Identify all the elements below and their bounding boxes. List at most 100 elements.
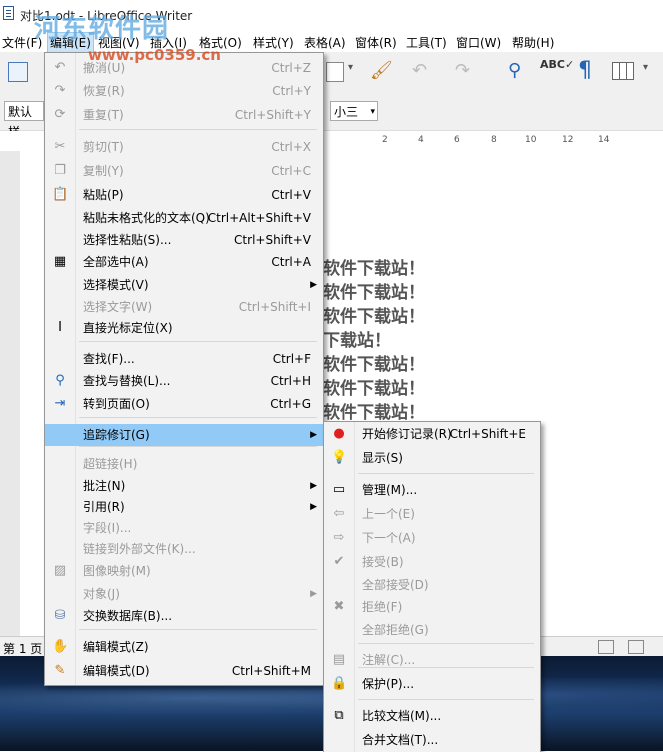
edit-menu-item-8[interactable]: ▦ 全部选中(A) Ctrl+A	[45, 251, 323, 273]
paste-toolbar-icon[interactable]	[326, 62, 344, 82]
chevron-down-icon[interactable]: ▾	[348, 62, 353, 73]
menu-item-label: 超链接(H)	[83, 457, 138, 471]
menu-item-label: 保护(P)...	[362, 677, 415, 691]
edit-menu-item-21[interactable]: ▨ 图像映射(M)	[45, 560, 323, 582]
font-size-select[interactable]: 小三 ▾	[330, 101, 378, 121]
cut-icon: ✂	[54, 139, 66, 154]
edit-menu-item-16[interactable]: 超链接(H)	[45, 453, 323, 475]
submenu-arrow-icon: ▶	[310, 280, 317, 290]
menu-item-label: 编辑模式(D)	[83, 664, 150, 678]
menu-item-shortcut: Ctrl+Y	[272, 84, 311, 98]
chevron-down-icon[interactable]: ▾	[370, 102, 375, 122]
formatting-marks-icon[interactable]: ¶	[578, 58, 592, 83]
edit-menu-item-25[interactable]: ✎ 编辑模式(D) Ctrl+Shift+M	[45, 660, 323, 682]
edit-menu-item-17[interactable]: 批注(N) ▶	[45, 475, 323, 497]
table-icon[interactable]	[612, 62, 634, 80]
menu-item-shortcut: Ctrl+Shift+E	[449, 427, 526, 441]
goto-page-icon: ⇥	[54, 396, 66, 411]
menu-item-shortcut: Ctrl+F	[272, 352, 311, 366]
track-changes-item-3[interactable]: ⇦ 上一个(E)	[324, 503, 540, 525]
new-document-icon[interactable]	[8, 62, 28, 82]
menu-separator	[79, 417, 317, 418]
menu-item-shortcut: Ctrl+Shift+V	[234, 233, 311, 247]
edit-menu-item-13[interactable]: ⚲ 查找与替换(L)... Ctrl+H	[45, 370, 323, 392]
edit-menu-item-2[interactable]: ⟳ 重复(T) Ctrl+Shift+Y	[45, 104, 323, 126]
menu-separator	[358, 699, 534, 700]
menu-item-shortcut: Ctrl+A	[271, 255, 311, 269]
edit-menu-item-1[interactable]: ↷ 恢复(R) Ctrl+Y	[45, 80, 323, 102]
track-changes-item-0[interactable]: ● 开始修订记录(R) Ctrl+Shift+E	[324, 423, 540, 445]
track-changes-item-1[interactable]: 💡 显示(S)	[324, 447, 540, 469]
track-changes-item-4[interactable]: ⇨ 下一个(A)	[324, 527, 540, 549]
track-changes-item-8[interactable]: 全部拒绝(G)	[324, 619, 540, 641]
paragraph-style-select[interactable]: 默认样	[4, 101, 44, 139]
edit-menu-item-3[interactable]: ✂ 剪切(T) Ctrl+X	[45, 136, 323, 158]
menu-item-label: 链接到外部文件(K)...	[83, 542, 196, 556]
edit-menu-item-10[interactable]: 选择文字(W) Ctrl+Shift+I	[45, 296, 323, 318]
menu-item-label: 全部选中(A)	[83, 255, 149, 269]
multi-page-view-icon[interactable]	[628, 640, 644, 654]
edit-menu-item-7[interactable]: 选择性粘贴(S)... Ctrl+Shift+V	[45, 229, 323, 251]
edit-menu-item-14[interactable]: ⇥ 转到页面(O) Ctrl+G	[45, 393, 323, 415]
document-line: 软件下载站！	[323, 355, 425, 375]
menu-help[interactable]: 帮助(H)	[512, 34, 554, 51]
edit-menu-item-19[interactable]: 字段(I)...	[45, 517, 323, 539]
menu-separator	[79, 446, 317, 447]
redo-toolbar-icon[interactable]: ↷	[455, 60, 470, 81]
track-changes-item-2[interactable]: ▭ 管理(M)...	[324, 479, 540, 501]
ruler-tick: 10	[525, 135, 537, 145]
edit-menu-item-20[interactable]: 链接到外部文件(K)...	[45, 538, 323, 560]
watermark-logo: 河东软件园	[34, 14, 170, 44]
edit-menu-item-11[interactable]: I 直接光标定位(X)	[45, 317, 323, 339]
track-changes-item-11[interactable]: ⧉ 比较文档(M)...	[324, 705, 540, 727]
track-changes-item-5[interactable]: ✔ 接受(B)	[324, 551, 540, 573]
arrow-right-icon: ⇨	[333, 530, 345, 545]
submenu-arrow-icon: ▶	[310, 589, 317, 599]
track-changes-item-10[interactable]: 🔒 保护(P)...	[324, 673, 540, 695]
edit-menu-item-18[interactable]: 引用(R) ▶	[45, 496, 323, 518]
single-page-view-icon[interactable]	[598, 640, 614, 654]
document-line: 软件下载站！	[323, 283, 425, 303]
menu-item-label: 显示(S)	[362, 451, 403, 465]
track-changes-item-6[interactable]: 全部接受(D)	[324, 574, 540, 596]
menu-form[interactable]: 窗体(R)	[355, 34, 397, 51]
copy-icon: ❐	[54, 163, 66, 178]
ruler-tick: 12	[562, 135, 574, 145]
find-replace-toolbar-icon[interactable]: ⚲	[508, 60, 521, 81]
undo-toolbar-icon[interactable]: ↶	[412, 60, 427, 81]
edit-menu-item-12[interactable]: 查找(F)... Ctrl+F	[45, 348, 323, 370]
menu-item-label: 拒绝(F)	[362, 600, 403, 614]
edit-menu-item-6[interactable]: 粘贴未格式化的文本(Q) Ctrl+Alt+Shift+V	[45, 207, 323, 229]
edit-menu-item-22[interactable]: 对象(J) ▶	[45, 583, 323, 605]
comment-icon: ▤	[332, 652, 346, 667]
submenu-arrow-icon: ▶	[310, 430, 317, 440]
menu-tools[interactable]: 工具(T)	[406, 34, 447, 51]
menu-item-label: 重复(T)	[83, 108, 124, 122]
menu-styles[interactable]: 样式(Y)	[253, 34, 294, 51]
track-changes-submenu: ● 开始修订记录(R) Ctrl+Shift+E 💡 显示(S) ▭ 管理(M)... ⇦ 上一…	[323, 421, 541, 752]
track-changes-item-7[interactable]: ✖ 拒绝(F)	[324, 596, 540, 618]
menu-item-shortcut: Ctrl+Shift+I	[238, 300, 311, 314]
edit-menu-item-23[interactable]: ⛁ 交换数据库(B)...	[45, 605, 323, 627]
menu-item-label: 全部接受(D)	[362, 578, 429, 592]
track-changes-item-12[interactable]: 合并文档(T)...	[324, 729, 540, 751]
select-all-icon: ▦	[53, 254, 67, 269]
menu-item-shortcut: Ctrl+G	[270, 397, 311, 411]
menu-item-label: 查找(F)...	[83, 352, 135, 366]
edit-menu-item-15[interactable]: 追踪修订(G) ▶	[45, 424, 323, 446]
menu-item-shortcut: Ctrl+X	[271, 140, 311, 154]
menu-item-label: 字段(I)...	[83, 521, 132, 535]
menu-window[interactable]: 窗口(W)	[456, 34, 501, 51]
edit-menu-item-4[interactable]: ❐ 复制(Y) Ctrl+C	[45, 160, 323, 182]
edit-menu-item-9[interactable]: 选择模式(V) ▶	[45, 274, 323, 296]
menu-item-label: 管理(M)...	[362, 483, 418, 497]
lock-icon: 🔒	[331, 676, 348, 691]
edit-menu-item-5[interactable]: 📋 粘贴(P) Ctrl+V	[45, 184, 323, 206]
spellcheck-icon[interactable]: ABC✓	[540, 58, 574, 71]
edit-menu-item-24[interactable]: ✋ 编辑模式(Z)	[45, 636, 323, 658]
menu-item-label: 剪切(T)	[83, 140, 124, 154]
edit-mode-icon: ✎	[54, 663, 66, 678]
chevron-down-icon[interactable]: ▾	[643, 62, 648, 73]
clone-formatting-icon[interactable]: 🖌	[370, 60, 393, 81]
menu-table[interactable]: 表格(A)	[304, 34, 346, 51]
